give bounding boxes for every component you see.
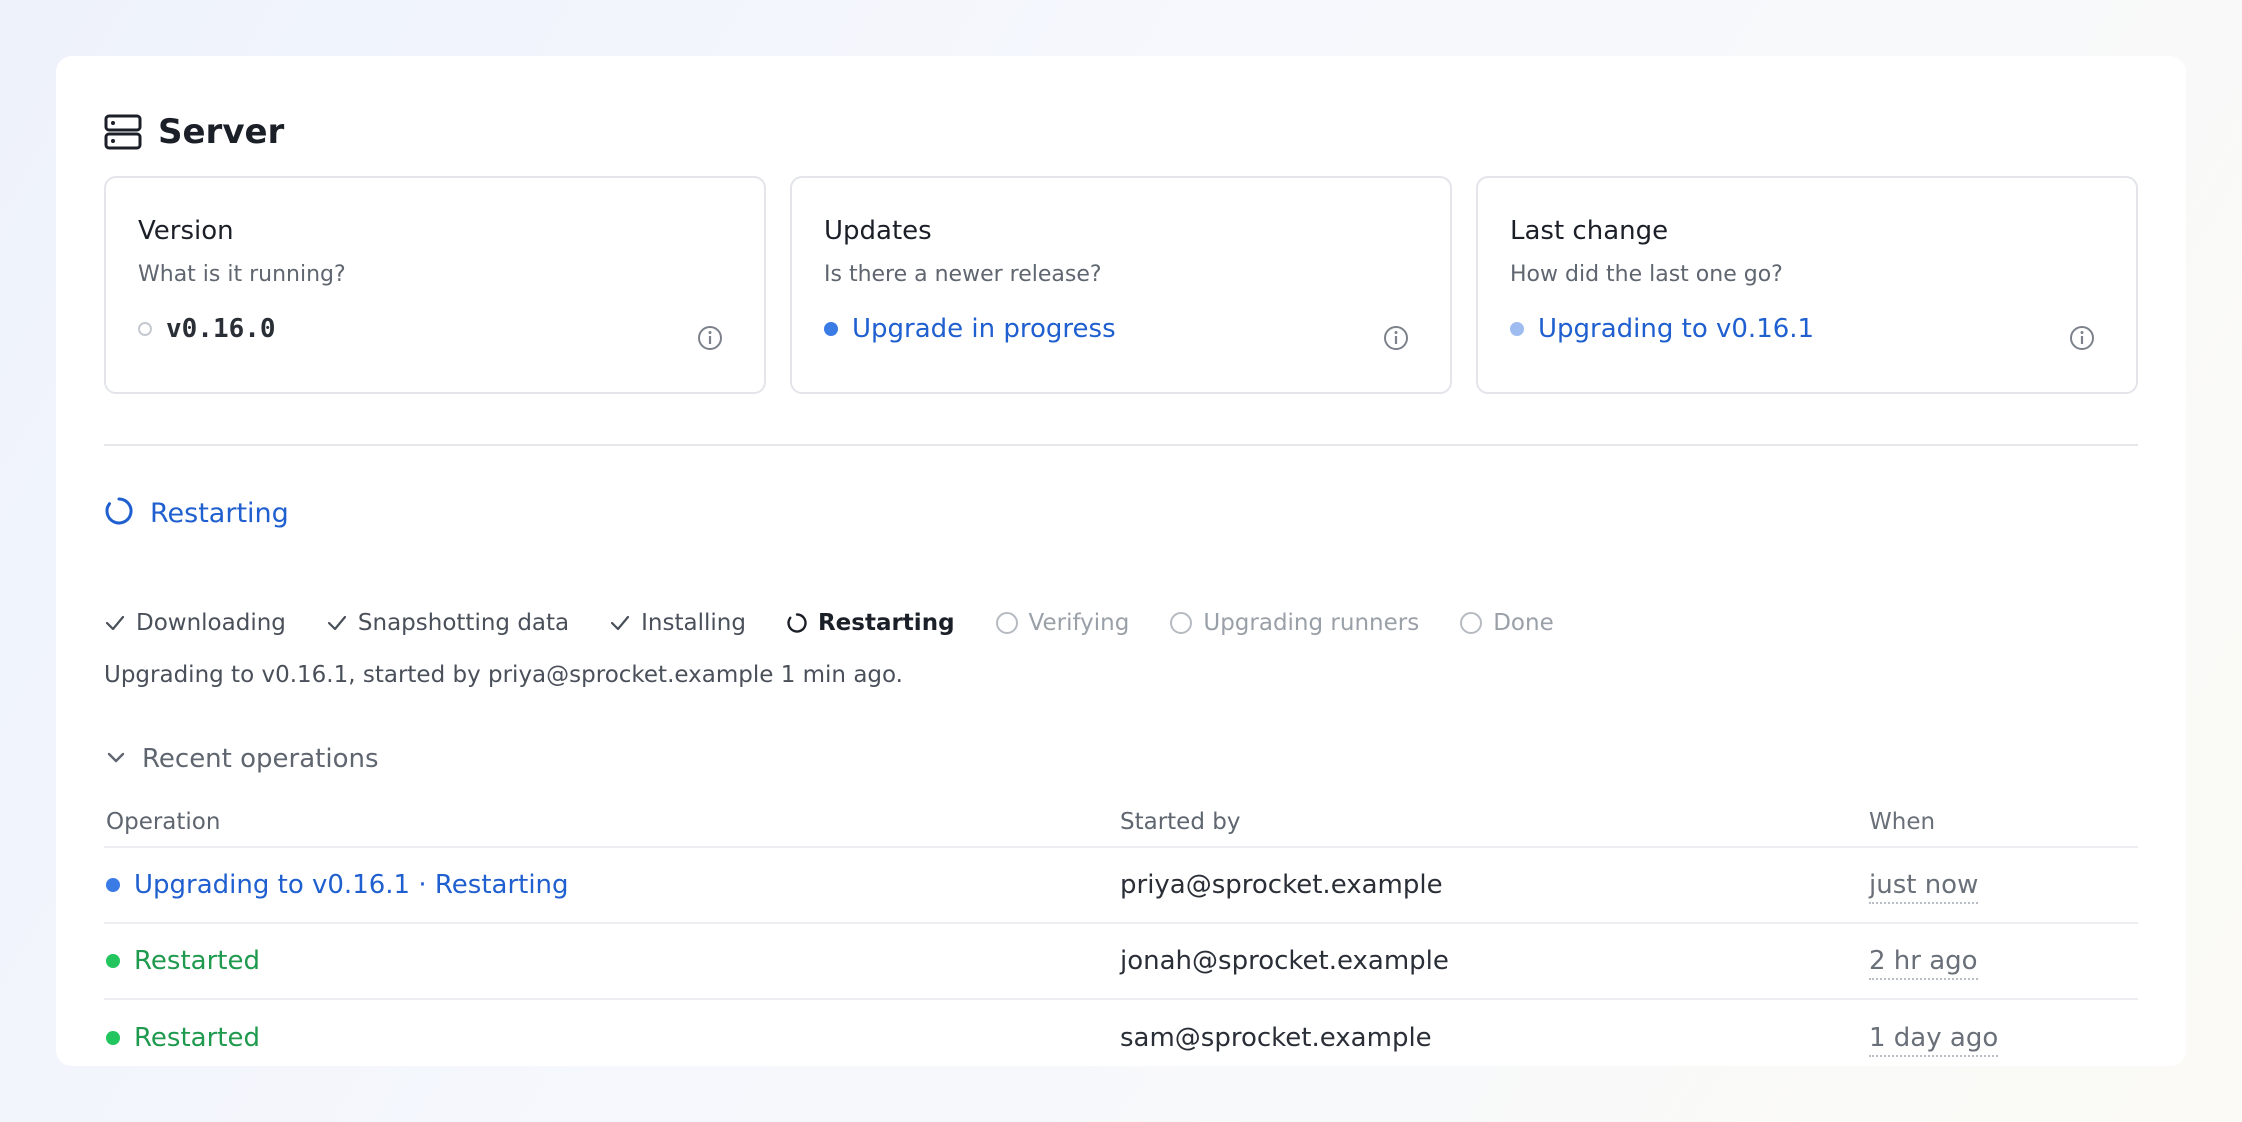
check-icon <box>609 612 641 634</box>
upgrade-status-link[interactable]: Upgrade in progress <box>852 314 1116 344</box>
summary-cards: Version What is it running? v0.16.0 Upda… <box>104 176 2138 394</box>
card-title: Updates <box>824 216 932 246</box>
chevron-down-icon <box>104 745 128 773</box>
table-row[interactable]: Upgrading to v0.16.1 · Restarting priya@… <box>104 848 2138 924</box>
table-row[interactable]: Restarted sam@sprocket.example 1 day ago <box>104 1000 2138 1076</box>
operations-table: Operation Started by When Upgrading to v… <box>104 798 2138 1076</box>
column-header-operation: Operation <box>106 809 221 835</box>
relative-time: 1 day ago <box>1869 1023 1999 1057</box>
pending-status-dot <box>1510 322 1524 336</box>
updates-card: Updates Is there a newer release? Upgrad… <box>790 176 1452 394</box>
version-value: v0.16.0 <box>166 314 276 344</box>
server-icon <box>104 114 142 150</box>
step-label: Downloading <box>136 610 286 636</box>
step-label: Restarting <box>817 610 955 636</box>
relative-time: 2 hr ago <box>1869 946 1978 980</box>
check-icon <box>104 612 136 634</box>
step-installing: Installing <box>609 610 746 636</box>
card-title: Last change <box>1510 216 1669 246</box>
recent-operations-toggle[interactable]: Recent operations <box>104 744 379 774</box>
empty-circle-icon <box>995 611 1029 635</box>
column-header-when: When <box>1869 809 1936 835</box>
last-change-card: Last change How did the last one go? Upg… <box>1476 176 2138 394</box>
step-done: Done <box>1459 610 1554 636</box>
progress-steps: Downloading Snapshotting data Installing… <box>104 610 1594 636</box>
column-header-started-by: Started by <box>1120 809 1241 835</box>
server-panel: Server Version What is it running? v0.16… <box>56 56 2186 1066</box>
info-icon[interactable] <box>696 324 724 356</box>
operation-name[interactable]: Restarted <box>134 946 260 976</box>
started-by: priya@sprocket.example <box>1120 870 1443 900</box>
step-label: Snapshotting data <box>357 610 570 636</box>
spinner-icon <box>786 612 818 634</box>
step-label: Done <box>1493 610 1554 636</box>
recent-operations-label: Recent operations <box>142 744 379 774</box>
divider <box>104 444 2138 446</box>
operation-summary: Upgrading to v0.16.1, started by priya@s… <box>104 662 903 688</box>
idle-status-dot <box>138 322 152 336</box>
started-by: jonah@sprocket.example <box>1120 946 1449 976</box>
page-title: Server <box>158 112 285 152</box>
check-icon <box>326 612 358 634</box>
card-subtitle: Is there a newer release? <box>824 262 1102 287</box>
operation-name[interactable]: Upgrading to v0.16.1 · Restarting <box>134 870 569 900</box>
progress-status-dot <box>106 878 120 892</box>
progress-status-dot <box>824 322 838 336</box>
success-status-dot <box>106 1031 120 1045</box>
info-icon[interactable] <box>2068 324 2096 356</box>
current-status: Restarting <box>104 496 289 530</box>
step-label: Upgrading runners <box>1203 610 1420 636</box>
success-status-dot <box>106 954 120 968</box>
empty-circle-icon <box>1169 611 1203 635</box>
version-card: Version What is it running? v0.16.0 <box>104 176 766 394</box>
step-label: Installing <box>641 610 746 636</box>
empty-circle-icon <box>1459 611 1493 635</box>
card-subtitle: What is it running? <box>138 262 346 287</box>
step-verifying: Verifying <box>995 610 1130 636</box>
card-subtitle: How did the last one go? <box>1510 262 1783 287</box>
step-label: Verifying <box>1028 610 1130 636</box>
started-by: sam@sprocket.example <box>1120 1023 1432 1053</box>
relative-time: just now <box>1869 870 1979 904</box>
operation-name[interactable]: Restarted <box>134 1023 260 1053</box>
table-header: Operation Started by When <box>104 798 2138 848</box>
spinner-icon <box>104 496 134 530</box>
info-icon[interactable] <box>1382 324 1410 356</box>
status-label: Restarting <box>150 497 289 529</box>
step-downloading: Downloading <box>104 610 286 636</box>
step-upgrading-runners: Upgrading runners <box>1169 610 1419 636</box>
card-title: Version <box>138 216 234 246</box>
table-row[interactable]: Restarted jonah@sprocket.example 2 hr ag… <box>104 924 2138 1000</box>
step-snapshotting: Snapshotting data <box>326 610 569 636</box>
step-restarting: Restarting <box>786 610 955 636</box>
panel-header: Server <box>104 112 284 152</box>
last-change-link[interactable]: Upgrading to v0.16.1 <box>1538 314 1814 344</box>
